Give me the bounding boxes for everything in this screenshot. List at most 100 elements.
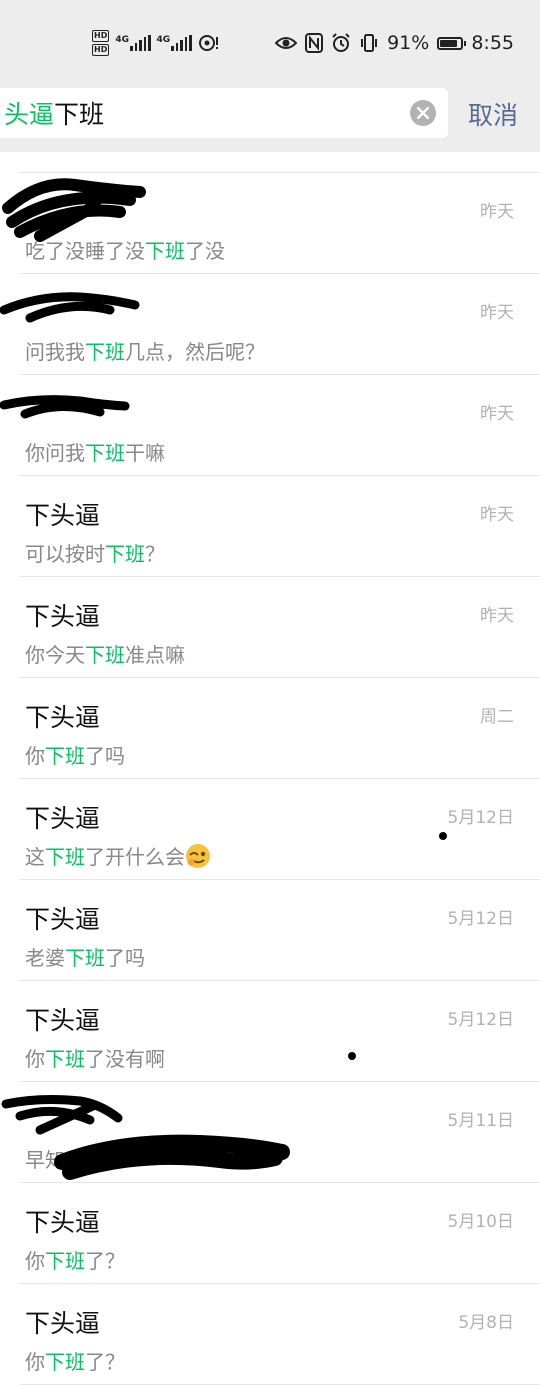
message-snippet: 你下班了？ — [25, 1245, 125, 1274]
chat-result-row[interactable]: 昨天问我我下班几点，然后呢？ — [20, 274, 540, 375]
snippet-text-after: 了？ — [85, 1249, 125, 1273]
snippet-keyword-highlight: 下班 — [105, 542, 145, 566]
snippet-keyword-highlight: 下班 — [45, 845, 85, 869]
chat-result-row[interactable]: 下头逼 昨天可以按时下班？ — [20, 476, 540, 577]
nfc-icon — [305, 33, 324, 53]
list-top-divider — [20, 152, 540, 173]
hd-call-icon-1: HD — [92, 30, 110, 42]
message-time: 昨天 — [480, 606, 514, 626]
snippet-text-after: 了？ — [85, 1350, 125, 1374]
message-snippet: 你下班了没有啊 — [25, 1043, 165, 1072]
snippet-text-after: 几点，然后呢？ — [125, 340, 265, 364]
snippet-text-before: 你今天 — [25, 643, 85, 667]
message-snippet: 可以按时下班？ — [25, 538, 165, 567]
cancel-button[interactable]: 取消 — [468, 96, 518, 132]
sim2-signal-icon: 4G — [157, 35, 192, 51]
chat-result-row[interactable]: 下头逼 5月12日老婆下班了吗 — [20, 880, 540, 981]
status-bar: HD HD 4G 4G 91% 8:55 — [0, 0, 540, 90]
message-time: 5月12日 — [447, 1010, 514, 1030]
search-bar: 头逼下班 取消 — [0, 88, 540, 152]
contact-name: 下头逼 — [25, 602, 101, 631]
contact-name: 下头逼 — [25, 703, 101, 732]
eye-icon — [275, 37, 298, 49]
hd-call-icons: HD HD — [92, 30, 110, 56]
clear-search-button[interactable] — [410, 100, 436, 126]
snippet-keyword-highlight: 下班 — [45, 1350, 85, 1374]
snippet-text-before: 吃了没睡了没 — [25, 239, 145, 263]
search-query-keyword: 下班 — [54, 100, 105, 129]
snippet-text-after: 干嘛 — [125, 441, 165, 465]
snippet-keyword-highlight: 下班 — [145, 239, 185, 263]
snippet-text-after: 了 — [65, 1148, 85, 1172]
contact-name: 下头逼 — [25, 1208, 101, 1237]
contact-name: 下头逼 — [25, 1309, 101, 1338]
stray-dot — [348, 1052, 356, 1060]
battery-percent: 91% — [387, 32, 430, 54]
chat-result-row[interactable]: 下头逼 昨天你今天下班准点嘛 — [20, 577, 540, 678]
snippet-keyword-highlight: 下班 — [85, 441, 125, 465]
message-time: 周二 — [480, 707, 514, 727]
search-results-list: 昨天 吃了没睡了没下班了没 昨天 问我我下班几点，然后呢？ 昨天 你问我下班干嘛 下头逼 昨天… — [0, 152, 540, 1385]
snippet-text-after: 了吗 — [85, 744, 125, 768]
search-query-prefix: 头逼 — [4, 100, 55, 129]
contact-name: 下头逼 — [25, 804, 101, 833]
message-snippet: 你今天下班准点嘛 — [25, 639, 185, 668]
snippet-keyword-highlight: 下班 — [45, 1249, 85, 1273]
snippet-text-after: 了吗 — [105, 946, 145, 970]
status-left-icons: HD HD 4G 4G — [92, 30, 220, 56]
message-time: 5月8日 — [458, 1313, 514, 1333]
message-time: 昨天 — [480, 202, 514, 222]
chat-result-row[interactable]: 下头逼 5月10日 你下班了？ — [20, 1183, 540, 1284]
snippet-text-before: 可以按时 — [25, 542, 105, 566]
stray-dot — [439, 832, 447, 840]
message-time: 昨天 — [480, 505, 514, 525]
snippet-text-before: 这 — [25, 845, 45, 869]
snippet-text-before: 问我我 — [25, 340, 85, 364]
sim1-signal-icon: 4G — [115, 35, 151, 51]
battery-icon — [437, 36, 467, 50]
snippet-text-after: ？ — [145, 542, 165, 566]
contact-name: 下头逼 — [25, 905, 101, 934]
snippet-text-before: 你 — [25, 744, 45, 768]
emoji-icon — [186, 844, 210, 868]
chat-result-row[interactable]: 下头逼 周二你下班了吗 — [20, 678, 540, 779]
search-input[interactable]: 头逼下班 — [0, 88, 448, 138]
snippet-text-before: 你问我 — [25, 441, 85, 465]
chat-result-row[interactable]: 5月11日 早知了 — [20, 1082, 540, 1183]
chat-result-row[interactable]: 昨天你问我下班干嘛 — [20, 375, 540, 476]
contact-name: 下头逼 — [25, 501, 101, 530]
chat-result-row[interactable]: 下头逼 5月12日 这下班了开什么会 — [20, 779, 540, 880]
snippet-keyword-highlight: 下班 — [65, 946, 105, 970]
snippet-text-after: 了没 — [185, 239, 225, 263]
close-icon — [417, 107, 429, 119]
message-time: 昨天 — [480, 303, 514, 323]
message-snippet: 你下班了？ — [25, 1346, 125, 1375]
message-time: 5月12日 — [447, 909, 514, 929]
message-snippet: 问我我下班几点，然后呢？ — [25, 336, 265, 365]
snippet-text-before: 早知 — [25, 1148, 65, 1172]
snippet-keyword-highlight: 下班 — [45, 744, 85, 768]
alarm-icon — [332, 33, 350, 52]
status-right-icons: 91% 8:55 — [275, 32, 514, 54]
chat-result-row[interactable]: 下头逼 5月8日你下班了？ — [20, 1284, 540, 1385]
snippet-text-before: 老婆 — [25, 946, 65, 970]
snippet-text-after: 了没有啊 — [85, 1047, 165, 1071]
snippet-text-after: 准点嘛 — [125, 643, 185, 667]
chat-result-row[interactable]: 下头逼 5月12日你下班了没有啊 — [20, 981, 540, 1082]
snippet-text-before: 你 — [25, 1249, 45, 1273]
message-snippet: 你下班了吗 — [25, 740, 125, 769]
snippet-keyword-highlight: 下班 — [85, 340, 125, 364]
snippet-text-before: 你 — [25, 1047, 45, 1071]
contact-name: 下头逼 — [25, 1006, 101, 1035]
hd-call-icon-2: HD — [92, 44, 110, 56]
clock: 8:55 — [471, 32, 514, 54]
snippet-keyword-highlight: 下班 — [85, 643, 125, 667]
snippet-text-after: 了开什么会 — [85, 845, 185, 869]
message-time: 昨天 — [480, 404, 514, 424]
message-snippet: 吃了没睡了没下班了没 — [25, 235, 225, 264]
chat-result-row[interactable]: 昨天吃了没睡了没下班了没 — [20, 173, 540, 274]
message-snippet: 早知了 — [25, 1144, 85, 1173]
vibrate-icon — [361, 34, 378, 52]
snippet-text-before: 你 — [25, 1350, 45, 1374]
message-snippet: 这下班了开什么会 — [25, 841, 211, 870]
